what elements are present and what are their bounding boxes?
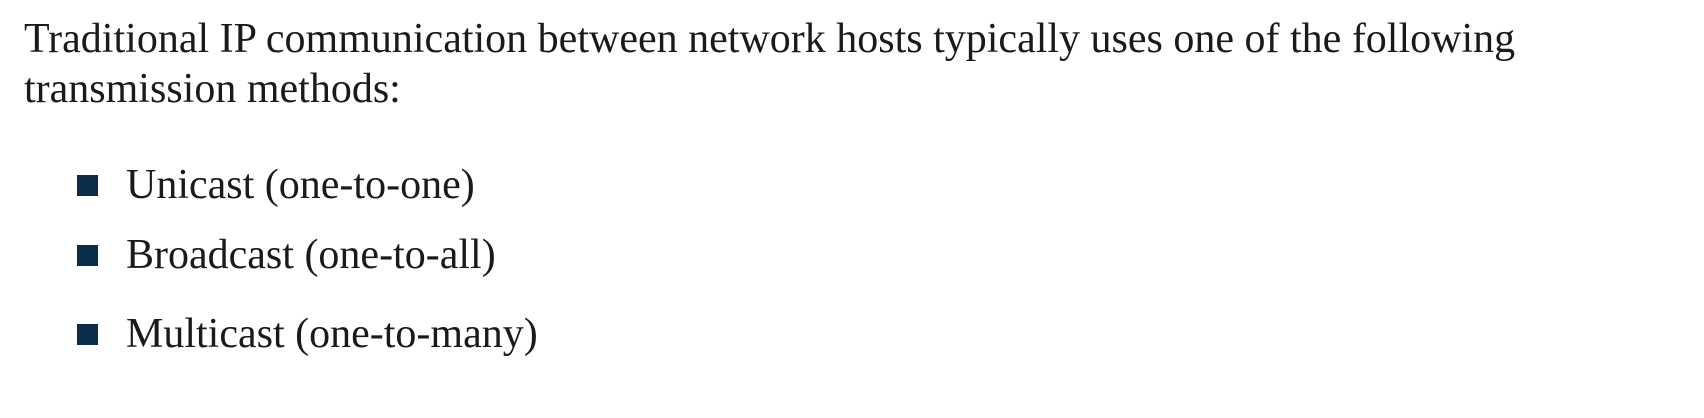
square-bullet-icon [77, 174, 98, 196]
list-item-multicast: Multicast (one-to-many) [24, 309, 538, 359]
list-item-broadcast: Broadcast (one-to-all) [24, 230, 496, 280]
list-item-label: Multicast (one-to-many) [126, 311, 538, 357]
intro-paragraph: Traditional IP communication between net… [24, 16, 1516, 112]
list-item-label: Broadcast (one-to-all) [126, 232, 496, 278]
list-item-label: Unicast (one-to-one) [126, 162, 475, 208]
document-page: Traditional IP communication between net… [24, 0, 1684, 357]
list-item-unicast: Unicast (one-to-one) [24, 160, 475, 210]
square-bullet-icon [77, 244, 98, 266]
square-bullet-icon [77, 323, 98, 345]
